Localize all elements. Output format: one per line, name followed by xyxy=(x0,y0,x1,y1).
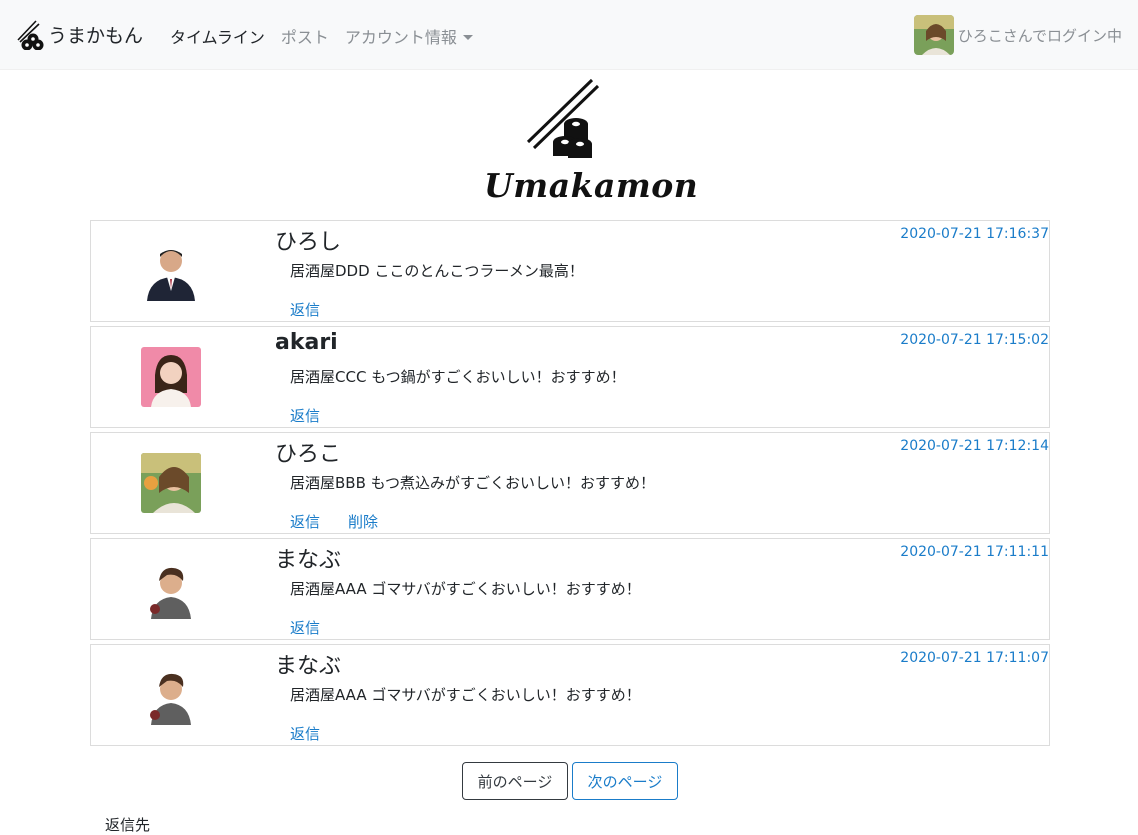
post-username: akari xyxy=(275,330,338,355)
post-item: ひろし 2020-07-21 17:16:37 居酒屋DDD ここのとんこつラー… xyxy=(90,220,1050,322)
post-message: 居酒屋AAA ゴマサバがすごくおいしい！おすすめ！ xyxy=(290,580,641,598)
main-nav: タイムライン ポスト アカウント情報 xyxy=(170,24,473,48)
reply-link[interactable]: 返信 xyxy=(290,511,320,532)
sushi-chopsticks-logo-icon xyxy=(17,20,44,50)
post-username: ひろし xyxy=(275,230,342,255)
post-actions: 返信 xyxy=(290,723,320,744)
nav-timeline[interactable]: タイムライン xyxy=(170,24,265,48)
login-status-text: ひろこさんでログイン中 xyxy=(957,26,1122,45)
post-item: まなぶ 2020-07-21 17:11:11 居酒屋AAA ゴマサバがすごくお… xyxy=(90,538,1050,640)
nav-account-label: アカウント情報 xyxy=(344,28,457,47)
user-avatar-icon xyxy=(141,665,201,725)
login-status[interactable]: ひろこさんでログイン中 xyxy=(913,15,1122,55)
sushi-chopsticks-icon xyxy=(526,78,600,158)
post-actions: 返信 xyxy=(290,405,320,426)
post-item: まなぶ 2020-07-21 17:11:07 居酒屋AAA ゴマサバがすごくお… xyxy=(90,644,1050,746)
brand-name: うまかもん xyxy=(48,24,144,47)
chevron-down-icon xyxy=(462,35,473,40)
user-avatar-icon xyxy=(141,241,201,301)
avatar xyxy=(141,453,201,513)
avatar xyxy=(141,241,201,301)
next-page-button[interactable]: 次のページ xyxy=(572,762,678,800)
avatar xyxy=(141,347,201,407)
user-avatar-icon xyxy=(141,347,201,407)
brand-link[interactable]: うまかもん xyxy=(16,18,143,50)
reply-target-label: 返信先 xyxy=(105,816,151,834)
post-timestamp: 2020-07-21 17:15:02 xyxy=(900,332,1049,348)
navbar: うまかもん タイムライン ポスト アカウント情報 ひろこさんでログイン中 xyxy=(0,0,1138,70)
post-message: 居酒屋CCC もつ鍋がすごくおいしい！おすすめ！ xyxy=(290,368,626,386)
post-item: akari 2020-07-21 17:15:02 居酒屋CCC もつ鍋がすごく… xyxy=(90,326,1050,428)
post-message: 居酒屋AAA ゴマサバがすごくおいしい！おすすめ！ xyxy=(290,686,641,704)
user-avatar-icon xyxy=(141,559,201,619)
nav-post[interactable]: ポスト xyxy=(281,24,329,48)
pagination: 前のページ 次のページ xyxy=(462,762,678,800)
avatar xyxy=(141,665,201,725)
avatar xyxy=(141,559,201,619)
post-timestamp: 2020-07-21 17:11:11 xyxy=(900,544,1049,560)
post-username: まなぶ xyxy=(275,548,342,573)
reply-link[interactable]: 返信 xyxy=(290,617,320,638)
reply-link[interactable]: 返信 xyxy=(290,723,320,744)
post-username: ひろこ xyxy=(275,442,342,467)
umakamon-logo: Umakamon xyxy=(484,78,699,214)
post-message: 居酒屋BBB もつ煮込みがすごくおいしい！おすすめ！ xyxy=(290,474,656,492)
user-avatar-icon xyxy=(141,453,201,513)
prev-page-button[interactable]: 前のページ xyxy=(462,762,568,800)
post-username: まなぶ xyxy=(275,654,342,679)
post-actions: 返信 xyxy=(290,617,320,638)
user-avatar-icon xyxy=(913,15,954,55)
delete-link[interactable]: 削除 xyxy=(348,511,378,532)
post-timestamp: 2020-07-21 17:12:14 xyxy=(900,438,1049,454)
logo-wordmark: Umakamon xyxy=(484,166,699,205)
reply-link[interactable]: 返信 xyxy=(290,405,320,426)
post-actions: 返信 削除 xyxy=(290,511,378,532)
post-timestamp: 2020-07-21 17:11:07 xyxy=(900,650,1049,666)
reply-link[interactable]: 返信 xyxy=(290,299,320,320)
post-item: ひろこ 2020-07-21 17:12:14 居酒屋BBB もつ煮込みがすごく… xyxy=(90,432,1050,534)
post-message: 居酒屋DDD ここのとんこつラーメン最高！ xyxy=(290,262,584,280)
post-actions: 返信 xyxy=(290,299,320,320)
post-timestamp: 2020-07-21 17:16:37 xyxy=(900,226,1049,242)
avatar xyxy=(913,15,954,55)
nav-account-dropdown[interactable]: アカウント情報 xyxy=(345,24,473,48)
